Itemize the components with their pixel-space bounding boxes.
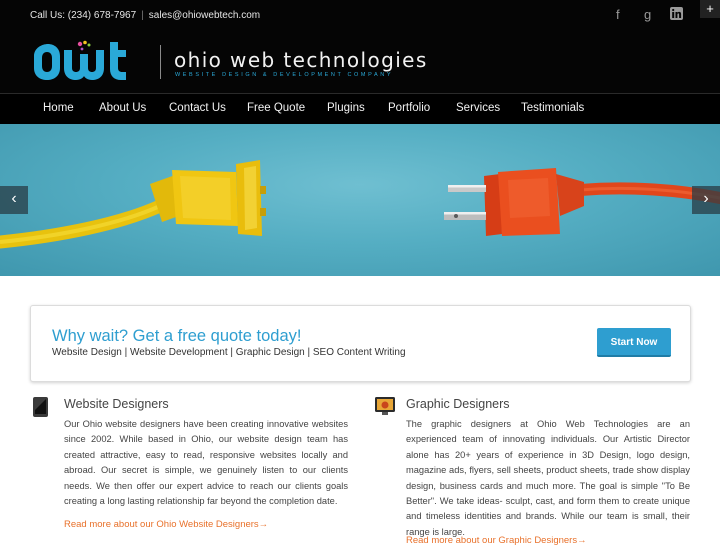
read-more-link[interactable]: Read more about our Graphic Designers→ <box>406 535 587 546</box>
plus-icon[interactable]: + <box>700 0 720 18</box>
hero-slider[interactable]: ‹ › <box>0 124 720 276</box>
email-link[interactable]: sales@ohiowebtech.com <box>149 10 260 21</box>
contact-bar: Call Us: (234) 678-7967 | sales@ohiowebtec… <box>30 10 260 21</box>
hero-image <box>0 160 720 249</box>
tablet-icon <box>33 397 48 417</box>
section-text: The graphic designers at Ohio Web Techno… <box>406 419 690 537</box>
contact-separator: | <box>141 10 144 21</box>
logo-name: ohio web technologies <box>174 48 428 72</box>
main-nav: Home About Us Contact Us Free Quote Plug… <box>0 93 720 124</box>
site-header: Call Us: (234) 678-7967 | sales@ohiowebtec… <box>0 0 720 93</box>
nav-free-quote[interactable]: Free Quote <box>247 102 305 114</box>
nav-plugins[interactable]: Plugins <box>327 102 365 114</box>
nav-testimonials[interactable]: Testimonials <box>521 102 584 114</box>
nav-home[interactable]: Home <box>43 102 74 114</box>
slider-next-button[interactable]: › <box>692 186 720 214</box>
monitor-icon <box>375 397 395 415</box>
google-plus-icon[interactable]: g <box>644 7 651 22</box>
nav-services[interactable]: Services <box>456 102 500 114</box>
nav-portfolio[interactable]: Portfolio <box>388 102 430 114</box>
start-now-button[interactable]: Start Now <box>597 328 671 357</box>
section-title: Website Designers <box>64 397 169 411</box>
nav-contact-us[interactable]: Contact Us <box>169 102 226 114</box>
cta-title: Why wait? Get a free quote today! <box>52 327 302 345</box>
logo-divider <box>160 45 161 79</box>
cta-subtitle: Website Design | Website Development | G… <box>52 347 406 358</box>
slider-prev-button[interactable]: ‹ <box>0 186 28 214</box>
section-text: Our Ohio website designers have been cre… <box>64 419 348 507</box>
section-title: Graphic Designers <box>406 397 510 411</box>
facebook-icon[interactable]: f <box>616 7 620 22</box>
phone-number[interactable]: Call Us: (234) 678-7967 <box>30 10 136 21</box>
read-more-link[interactable]: Read more about our Ohio Website Designe… <box>64 519 268 530</box>
linkedin-icon[interactable] <box>670 7 683 23</box>
nav-about-us[interactable]: About Us <box>99 102 146 114</box>
owt-logo-mark <box>34 40 126 80</box>
site-logo[interactable]: ohio web technologies WEBSITE DESIGN & D… <box>30 40 426 86</box>
quote-callout: Why wait? Get a free quote today! Websit… <box>30 305 691 382</box>
logo-tagline: WEBSITE DESIGN & DEVELOPMENT COMPANY <box>175 72 394 78</box>
